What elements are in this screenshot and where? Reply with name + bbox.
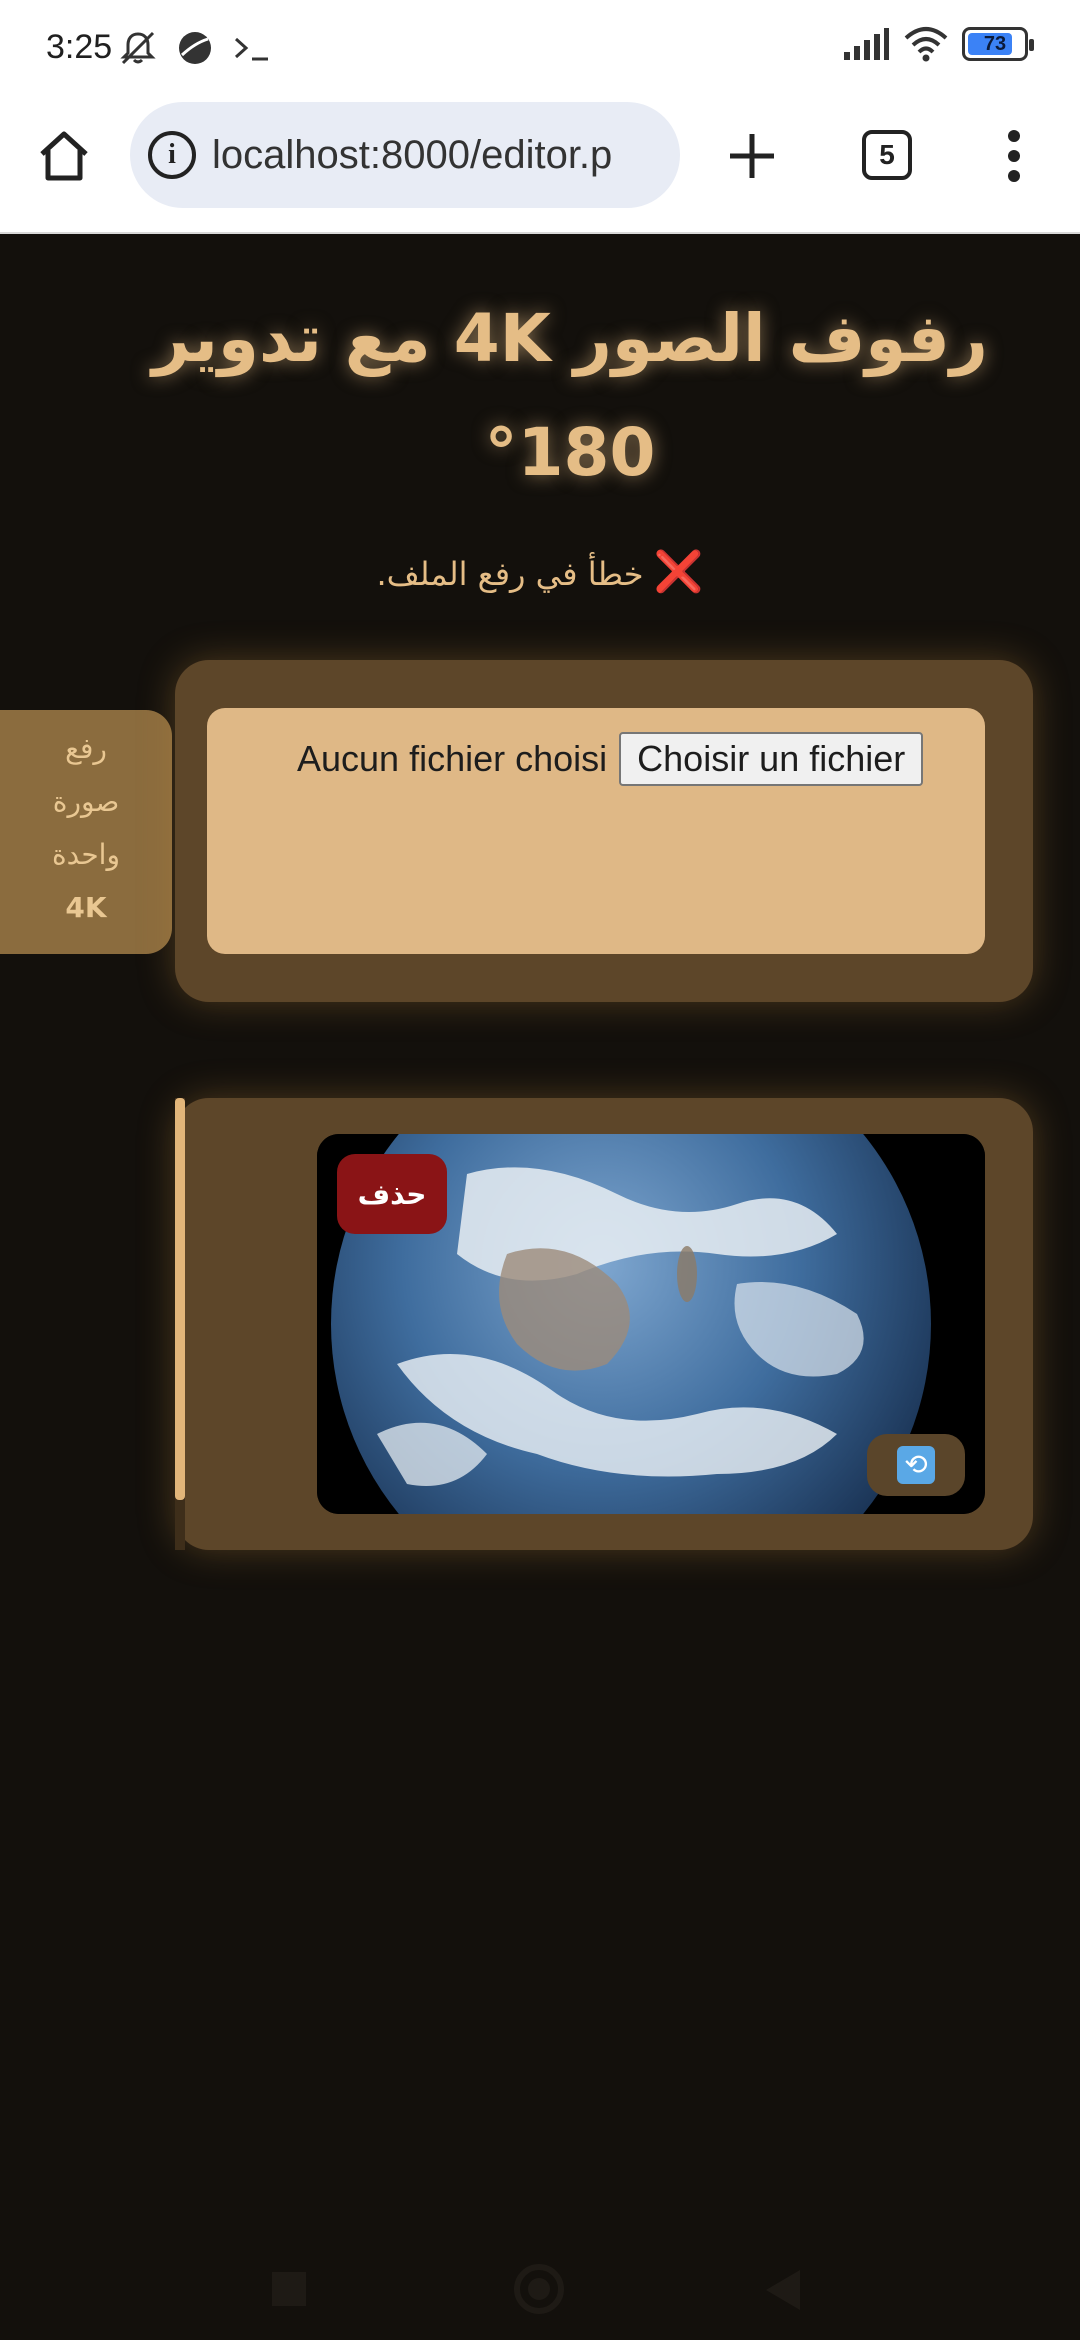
upload-area[interactable]: Aucun fichier choisi Choisir un fichier <box>207 708 985 954</box>
error-text: خطأ في رفع الملف. <box>376 555 644 593</box>
more-menu-icon[interactable] <box>1006 130 1022 182</box>
battery-icon: 73 <box>962 27 1034 61</box>
battery-tip <box>1029 39 1034 51</box>
delete-button[interactable]: حذف <box>337 1154 447 1234</box>
tabs-icon[interactable]: 5 <box>862 130 912 180</box>
url-text[interactable]: localhost:8000/editor.p <box>212 133 662 178</box>
side-button-line1: رفع <box>65 732 107 765</box>
mute-icon <box>120 31 156 65</box>
page-title: رفوف الصور 4K مع تدوير 180° <box>152 300 988 491</box>
error-icon: ❌ <box>653 549 704 595</box>
photo-earth: حذف ⟲ <box>317 1134 985 1514</box>
battery-level: 73 <box>983 32 1007 55</box>
gallery-shelf: حذف ⟲ <box>175 1098 1033 1550</box>
side-button-line3: واحدة <box>52 838 120 871</box>
side-button-line2: صورة <box>52 785 120 818</box>
rotate-button[interactable]: ⟲ <box>867 1434 965 1496</box>
browser-toolbar: i localhost:8000/editor.p 5 <box>0 100 1080 234</box>
error-message: ❌ خطأ في رفع الملف. <box>0 548 1080 595</box>
rotate-icon: ⟲ <box>897 1446 935 1484</box>
home-icon[interactable] <box>34 126 94 186</box>
back-icon[interactable] <box>766 2270 800 2310</box>
scrollbar-thumb[interactable] <box>175 1098 185 1500</box>
terminal-icon <box>234 37 268 61</box>
system-navigation-bar <box>0 2240 1080 2340</box>
wifi-icon <box>904 27 948 62</box>
side-button-line4: 4K <box>65 891 107 924</box>
upload-single-4k-button[interactable]: رفع صورة واحدة 4K <box>0 710 172 954</box>
status-time: 3:25 <box>46 28 113 66</box>
file-status: Aucun fichier choisi <box>297 738 608 779</box>
status-icons-right: 73 <box>842 26 1034 62</box>
status-icons-left <box>118 28 272 68</box>
file-input[interactable]: Aucun fichier choisi Choisir un fichier <box>297 732 924 786</box>
choose-file-button[interactable]: Choisir un fichier <box>619 732 924 786</box>
upload-card: Aucun fichier choisi Choisir un fichier <box>175 660 1033 1002</box>
status-bar: 3:25 73 <box>0 0 1080 100</box>
plus-icon[interactable] <box>722 126 782 186</box>
signal-icon <box>844 28 889 60</box>
scrollbar-track[interactable] <box>175 1098 185 1550</box>
address-bar[interactable]: i localhost:8000/editor.p <box>130 102 680 208</box>
info-icon[interactable]: i <box>148 131 196 179</box>
home-nav-icon[interactable] <box>514 2264 564 2314</box>
recents-icon[interactable] <box>272 2272 306 2306</box>
vpn-icon <box>179 32 211 64</box>
